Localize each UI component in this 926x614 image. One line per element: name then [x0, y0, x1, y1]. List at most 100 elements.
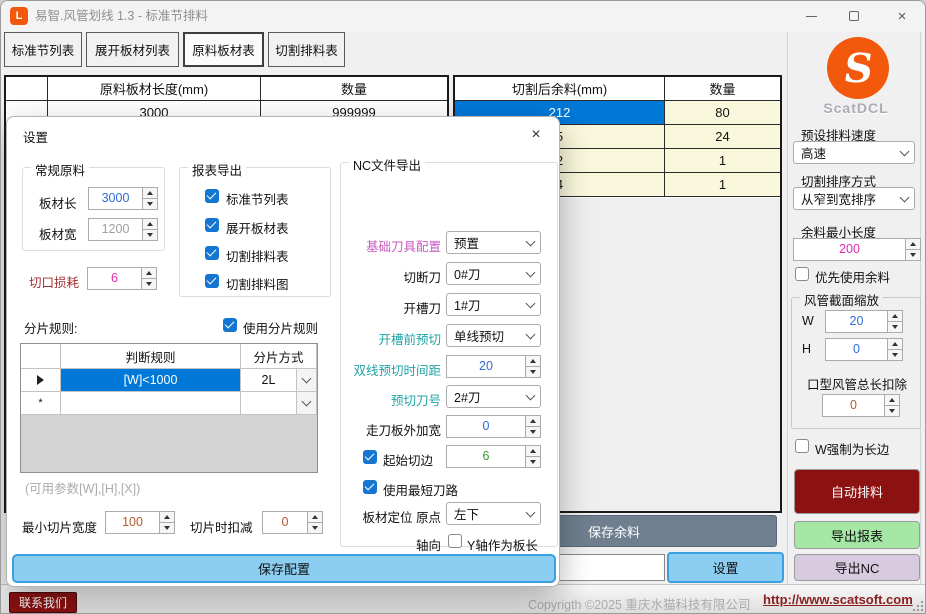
start-trim-stepper[interactable]: 6: [446, 445, 541, 468]
remnant-input[interactable]: [559, 554, 665, 581]
window-title: 易智.风管划线 1.3 - 标准节排料: [35, 1, 208, 31]
spin-up-icon[interactable]: [906, 239, 920, 250]
close-icon: ×: [531, 126, 540, 144]
app-window: L 易智.风管划线 1.3 - 标准节排料 × 标准节列表 展开板材列表 原料板…: [0, 0, 926, 614]
maximize-button[interactable]: [837, 1, 871, 31]
report-unfold-sheet-checkbox[interactable]: [205, 218, 219, 232]
chevron-down-icon: [520, 325, 540, 346]
tab-cut-nest-table[interactable]: 切割排料表: [268, 32, 345, 67]
scatdcl-logo-icon: S: [827, 37, 889, 99]
minimize-icon: [806, 16, 817, 17]
resize-grip[interactable]: [913, 601, 923, 611]
prefer-remnant-checkbox[interactable]: [795, 267, 809, 281]
spin-down-icon[interactable]: [308, 523, 322, 533]
row-header-cell: [6, 77, 48, 100]
groove-tool-select[interactable]: 1#刀: [446, 293, 541, 316]
spin-up-icon[interactable]: [885, 395, 899, 406]
duct-total-deduct-label: 口型风管总长扣除: [792, 374, 922, 393]
spin-up-icon[interactable]: [308, 512, 322, 523]
spin-down-icon[interactable]: [885, 406, 899, 416]
spin-up-icon[interactable]: [142, 268, 156, 279]
row-current-icon: [37, 375, 44, 385]
sheet-width-stepper[interactable]: 1200: [88, 218, 158, 241]
start-trim-label: 起始切边: [383, 450, 433, 469]
save-config-button[interactable]: 保存配置: [12, 554, 556, 583]
spin-down-icon[interactable]: [526, 367, 540, 377]
chevron-down-icon[interactable]: [296, 369, 316, 391]
report-cut-nest-table-checkbox[interactable]: [205, 246, 219, 260]
auto-nest-button[interactable]: 自动排料: [794, 469, 920, 514]
spin-up-icon[interactable]: [526, 446, 540, 457]
min-slice-width-stepper[interactable]: 100: [105, 511, 175, 534]
raw-qty-header: 数量: [261, 77, 447, 100]
precut-tool-number-select[interactable]: 2#刀: [446, 385, 541, 408]
w-force-long-checkbox[interactable]: [795, 439, 809, 453]
scatdcl-logo-text: ScatDCL: [791, 100, 921, 116]
sheet-length-stepper[interactable]: 3000: [88, 187, 158, 210]
chevron-down-icon[interactable]: [296, 392, 316, 414]
spin-down-icon[interactable]: [526, 427, 540, 437]
tab-unfold-sheet-list[interactable]: 展开板材列表: [86, 32, 179, 67]
double-precut-gap-stepper[interactable]: 20: [446, 355, 541, 378]
w-stepper[interactable]: 20: [825, 310, 903, 333]
contact-us-button[interactable]: 联系我们: [9, 592, 77, 613]
spin-down-icon[interactable]: [142, 279, 156, 289]
outside-widen-stepper[interactable]: 0: [446, 415, 541, 438]
slice-deduct-stepper[interactable]: 0: [262, 511, 323, 534]
report-standard-section-checkbox[interactable]: [205, 189, 219, 203]
website-link[interactable]: http://www.scatsoft.com: [763, 592, 913, 607]
kerf-loss-stepper[interactable]: 6: [87, 267, 157, 290]
spin-up-icon[interactable]: [160, 512, 174, 523]
mode-header: 分片方式: [241, 344, 317, 368]
rule-cell[interactable]: [61, 392, 241, 414]
settings-button[interactable]: 设置: [667, 552, 784, 583]
normal-material-group-title: 常规原料: [31, 160, 89, 179]
spin-up-icon[interactable]: [526, 356, 540, 367]
minimize-button[interactable]: [794, 1, 828, 31]
grid-new-row[interactable]: *: [21, 392, 317, 415]
use-slicing-rule-checkbox[interactable]: [223, 318, 237, 332]
spin-down-icon[interactable]: [888, 350, 902, 360]
spin-down-icon[interactable]: [888, 322, 902, 332]
cut-sort-select[interactable]: 从窄到宽排序: [793, 187, 915, 210]
base-tool-config-select[interactable]: 预置: [446, 231, 541, 254]
spin-up-icon[interactable]: [888, 339, 902, 350]
precut-before-groove-select[interactable]: 单线预切: [446, 324, 541, 347]
remnant-min-length-stepper[interactable]: 200: [793, 238, 921, 261]
dialog-close-button[interactable]: ×: [523, 122, 549, 148]
double-precut-gap-label: 双线预切时间距: [341, 360, 441, 379]
spin-up-icon[interactable]: [888, 311, 902, 322]
rule-cell[interactable]: [W]<1000: [61, 369, 241, 391]
spin-up-icon[interactable]: [143, 188, 157, 199]
spin-down-icon[interactable]: [143, 199, 157, 209]
axis-label: 轴向: [346, 535, 441, 554]
spin-down-icon[interactable]: [906, 250, 920, 260]
cutoff-tool-select[interactable]: 0#刀: [446, 262, 541, 285]
settings-dialog: 设置 × 常规原料 板材长 3000 板材宽 1200 切口损耗 6 报表导出: [6, 116, 560, 587]
report-cut-nest-diagram-checkbox[interactable]: [205, 274, 219, 288]
mode-cell[interactable]: 2L: [241, 369, 317, 391]
close-button[interactable]: ×: [885, 1, 919, 31]
start-trim-checkbox[interactable]: [363, 450, 377, 464]
nest-speed-select[interactable]: 高速: [793, 141, 915, 164]
spin-down-icon[interactable]: [160, 523, 174, 533]
maximize-icon: [849, 11, 859, 21]
spin-up-icon[interactable]: [143, 219, 157, 230]
sheet-origin-select[interactable]: 左下: [446, 502, 541, 525]
current-row-marker: [21, 369, 61, 391]
duct-total-deduct-stepper[interactable]: 0: [822, 394, 900, 417]
cutoff-tool-label: 切断刀: [346, 267, 441, 286]
y-axis-as-length-checkbox[interactable]: [448, 534, 462, 548]
spin-up-icon[interactable]: [526, 416, 540, 427]
h-stepper[interactable]: 0: [825, 338, 903, 361]
shortest-path-checkbox[interactable]: [363, 480, 377, 494]
precut-tool-number-label: 预切刀号: [346, 390, 441, 409]
tab-standard-section-list[interactable]: 标准节列表: [4, 32, 82, 67]
tab-raw-sheet-table[interactable]: 原料板材表: [183, 32, 264, 67]
spin-down-icon[interactable]: [526, 457, 540, 467]
export-nc-button[interactable]: 导出NC: [794, 554, 920, 581]
spin-down-icon[interactable]: [143, 230, 157, 240]
export-report-button[interactable]: 导出报表: [794, 521, 920, 549]
grid-row[interactable]: [W]<1000 2L: [21, 369, 317, 392]
mode-cell[interactable]: [241, 392, 317, 414]
